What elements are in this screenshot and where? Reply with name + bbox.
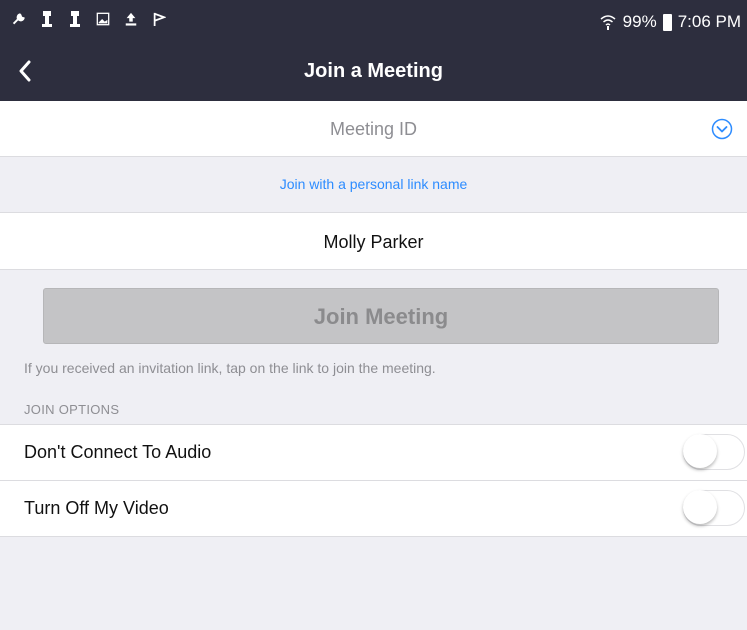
audio-toggle[interactable] <box>683 434 745 470</box>
page-title: Join a Meeting <box>304 60 443 82</box>
screen-name-input[interactable] <box>40 213 707 271</box>
status-icons <box>12 10 166 28</box>
personal-link-name-link[interactable]: Join with a personal link name <box>0 157 747 211</box>
meeting-id-input[interactable] <box>60 101 687 158</box>
chevron-down-circle-icon[interactable] <box>711 118 733 140</box>
wifi-icon <box>600 15 616 30</box>
option-row-audio: Don't Connect To Audio <box>0 424 747 480</box>
status-bar: 99% 7:06 PM <box>0 0 747 45</box>
join-meeting-button[interactable]: Join Meeting <box>43 288 719 344</box>
option-label-audio: Don't Connect To Audio <box>24 442 212 462</box>
join-meeting-screen: 99% 7:06 PM Join a Meeting Join with a p… <box>0 0 747 630</box>
battery-icon <box>662 13 672 31</box>
meeting-id-row <box>0 101 747 158</box>
battery-percent: 99% <box>622 12 657 31</box>
option-label-video: Turn Off My Video <box>24 498 169 518</box>
toggle-knob <box>683 434 717 468</box>
nav-bar: Join a Meeting <box>0 45 747 101</box>
notification-icon <box>42 11 52 27</box>
invitation-hint: If you received an invitation link, tap … <box>24 360 436 376</box>
name-row <box>0 212 747 271</box>
clock: 7:06 PM <box>677 12 741 31</box>
status-right: 99% 7:06 PM <box>599 12 741 32</box>
join-options-header: JOIN OPTIONS <box>24 402 120 417</box>
video-toggle[interactable] <box>683 490 745 526</box>
toggle-knob <box>683 490 717 524</box>
flag-icon <box>153 12 166 26</box>
option-row-video: Turn Off My Video <box>0 480 747 537</box>
wrench-icon <box>12 13 25 25</box>
image-icon <box>96 12 110 26</box>
upload-icon <box>125 12 137 26</box>
notification-icon <box>70 11 80 27</box>
